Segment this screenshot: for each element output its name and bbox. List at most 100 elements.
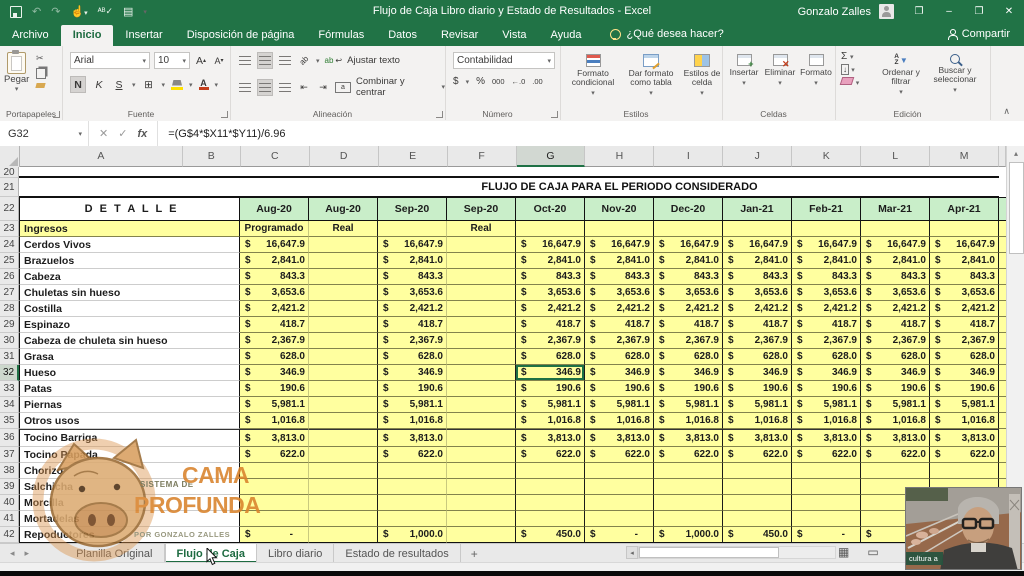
align-right-icon[interactable] <box>278 80 292 95</box>
cell-J26[interactable]: $843.3 <box>723 269 792 285</box>
cell-G35[interactable]: $1,016.8 <box>516 413 585 429</box>
column-header-D[interactable]: D <box>310 146 379 167</box>
name-box[interactable]: G32▾ <box>0 121 89 146</box>
cell-I41[interactable] <box>654 511 723 527</box>
tab-disposici-n-de-p-gina[interactable]: Disposición de página <box>175 25 307 46</box>
detail-cell-28[interactable]: Costilla <box>19 301 240 317</box>
cell-K41[interactable] <box>792 511 861 527</box>
cell-I24[interactable]: $16,647.9 <box>654 237 723 253</box>
align-left-icon[interactable] <box>238 80 252 95</box>
row-header-41[interactable]: 41 <box>0 511 19 527</box>
tab-ayuda[interactable]: Ayuda <box>539 25 594 46</box>
column-header-L[interactable]: L <box>861 146 930 167</box>
cell-K26[interactable]: $843.3 <box>792 269 861 285</box>
vertical-scrollbar[interactable]: ▴ <box>1006 146 1024 543</box>
cell-F33[interactable] <box>447 381 516 397</box>
cell-C26[interactable]: $843.3 <box>240 269 309 285</box>
cell-L35[interactable]: $1,016.8 <box>861 413 930 429</box>
cell-I32[interactable]: $346.9 <box>654 365 723 381</box>
share-button[interactable]: Compartir <box>947 28 1024 46</box>
month-header-1[interactable]: Aug-20 <box>309 197 378 221</box>
cell-F30[interactable] <box>447 333 516 349</box>
cell-I31[interactable]: $628.0 <box>654 349 723 365</box>
align-top-icon[interactable] <box>238 53 252 68</box>
cell-C30[interactable]: $2,367.9 <box>240 333 309 349</box>
ingresos-cell[interactable]: Ingresos <box>19 221 240 237</box>
comma-style-icon[interactable]: 000 <box>492 77 505 86</box>
row-header-42[interactable]: 42 <box>0 527 19 543</box>
tell-me-box[interactable]: ¿Qué desea hacer? <box>594 28 724 46</box>
cell-L30[interactable]: $2,367.9 <box>861 333 930 349</box>
sheet-nav-left-icon[interactable]: ◂ <box>10 548 15 559</box>
format-as-table-button[interactable]: Dar formato como tabla▾ <box>622 54 680 98</box>
cell-I34[interactable]: $5,981.1 <box>654 397 723 413</box>
cell-F34[interactable] <box>447 397 516 413</box>
cell-L34[interactable]: $5,981.1 <box>861 397 930 413</box>
undo-icon[interactable]: ↶ <box>32 5 41 18</box>
wrap-text-button[interactable]: ab↩ <box>325 53 343 68</box>
column-header-F[interactable]: F <box>448 146 517 167</box>
column-header-A[interactable]: A <box>20 146 183 167</box>
detail-cell-32[interactable]: Hueso <box>19 365 240 381</box>
sheet-tab-libro-diario[interactable]: Libro diario <box>257 544 334 563</box>
cell-E26[interactable]: $843.3 <box>378 269 447 285</box>
month-header-7[interactable]: Jan-21 <box>723 197 792 221</box>
cell-C25[interactable]: $2,841.0 <box>240 253 309 269</box>
cell-C28[interactable]: $2,421.2 <box>240 301 309 317</box>
column-header-G[interactable]: G <box>517 146 586 167</box>
increase-indent-icon[interactable]: ⇥ <box>316 80 330 95</box>
row-header-27[interactable]: 27 <box>0 285 19 301</box>
cell-E24[interactable]: $16,647.9 <box>378 237 447 253</box>
cell-K37[interactable]: $622.0 <box>792 447 861 463</box>
cell-F32[interactable] <box>447 365 516 381</box>
cell-M31[interactable]: $628.0 <box>930 349 999 365</box>
cell-D24[interactable] <box>309 237 378 253</box>
column-header-E[interactable]: E <box>379 146 448 167</box>
detail-header-cell[interactable]: D E T A L L E <box>19 197 240 221</box>
cell-F41[interactable] <box>447 511 516 527</box>
cell-F24[interactable] <box>447 237 516 253</box>
cell-D34[interactable] <box>309 397 378 413</box>
cell-I38[interactable] <box>654 463 723 479</box>
cell-H25[interactable]: $2,841.0 <box>585 253 654 269</box>
cell-M25[interactable]: $2,841.0 <box>930 253 999 269</box>
cell-G24[interactable]: $16,647.9 <box>516 237 585 253</box>
cell-K36[interactable]: $3,813.0 <box>792 429 861 447</box>
cell-D37[interactable] <box>309 447 378 463</box>
sheet-tab-flujo-de-caja[interactable]: Flujo de Caja <box>165 544 257 563</box>
subheader-cell-8[interactable] <box>792 221 861 237</box>
cell-K24[interactable]: $16,647.9 <box>792 237 861 253</box>
cell-F29[interactable] <box>447 317 516 333</box>
cell-L33[interactable]: $190.6 <box>861 381 930 397</box>
cell-M24[interactable]: $16,647.9 <box>930 237 999 253</box>
detail-cell-38[interactable]: Chorizo <box>19 463 240 479</box>
cell-F25[interactable] <box>447 253 516 269</box>
subheader-cell-9[interactable] <box>861 221 930 237</box>
cell-H38[interactable] <box>585 463 654 479</box>
cell-I39[interactable] <box>654 479 723 495</box>
cell-G30[interactable]: $2,367.9 <box>516 333 585 349</box>
subheader-cell-1[interactable]: Real <box>309 221 378 237</box>
cell-E33[interactable]: $190.6 <box>378 381 447 397</box>
subheader-cell-10[interactable] <box>930 221 999 237</box>
cell-I37[interactable]: $622.0 <box>654 447 723 463</box>
autosum-icon[interactable]: Σ ▾ <box>841 51 859 62</box>
cell-D32[interactable] <box>309 365 378 381</box>
detail-cell-41[interactable]: Mortadelas <box>19 511 240 527</box>
cell-G38[interactable] <box>516 463 585 479</box>
conditional-formatting-button[interactable]: Formato condicional▾ <box>564 54 622 98</box>
subheader-cell-2[interactable] <box>378 221 447 237</box>
tab-insertar[interactable]: Insertar <box>113 25 174 46</box>
cell-F28[interactable] <box>447 301 516 317</box>
borders-icon[interactable]: ⊞ <box>142 77 156 92</box>
cell-F26[interactable] <box>447 269 516 285</box>
bold-button[interactable]: N <box>70 76 86 93</box>
cell-D39[interactable] <box>309 479 378 495</box>
vertical-scroll-thumb[interactable] <box>1009 162 1024 254</box>
cell-E27[interactable]: $3,653.6 <box>378 285 447 301</box>
restore-icon[interactable]: ❐ <box>964 0 994 23</box>
row-header-22[interactable]: 22 <box>0 197 19 221</box>
cell-G37[interactable]: $622.0 <box>516 447 585 463</box>
cell-H33[interactable]: $190.6 <box>585 381 654 397</box>
scroll-up-icon[interactable]: ▴ <box>1007 146 1024 158</box>
